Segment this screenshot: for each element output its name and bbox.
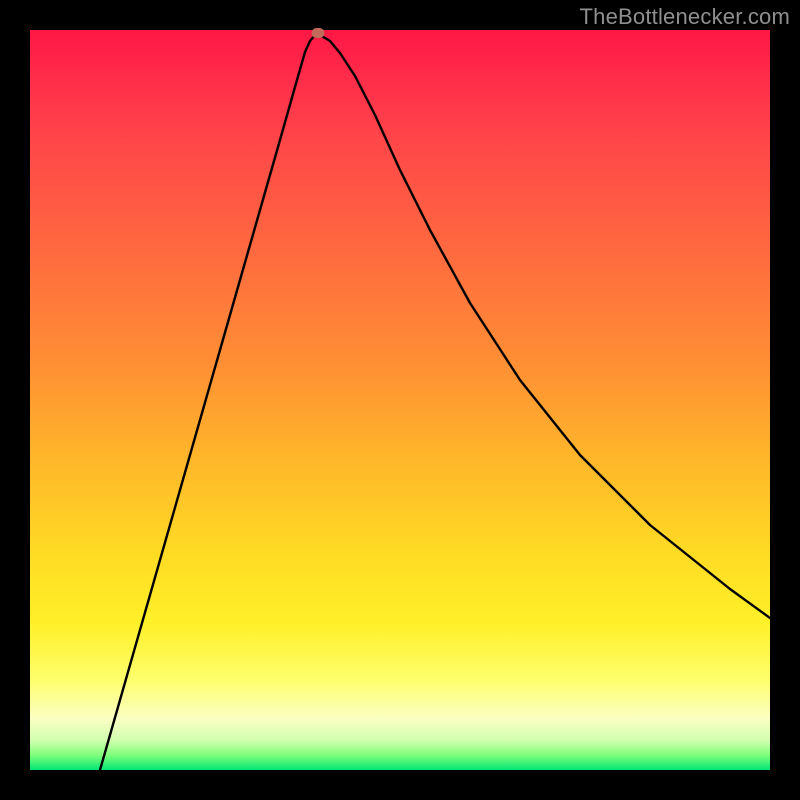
bottleneck-curve: [30, 30, 770, 770]
optimal-point-marker: [312, 28, 325, 38]
chart-frame: TheBottlenecker.com: [0, 0, 800, 800]
plot-area: [30, 30, 770, 770]
attribution-text: TheBottlenecker.com: [580, 4, 790, 30]
